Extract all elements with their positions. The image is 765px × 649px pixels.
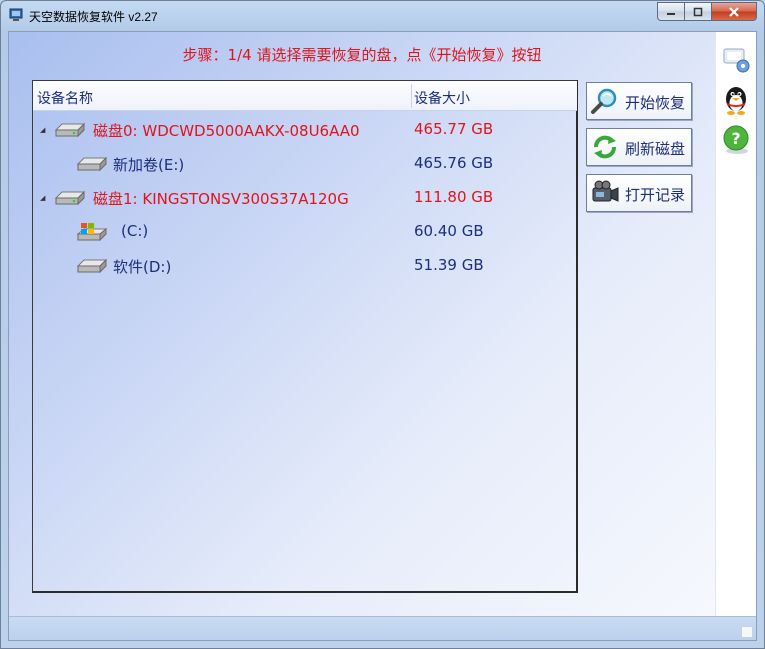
tree-row-volume-e[interactable]: 新加卷(E:) 465.76 GB [33,148,577,178]
drive-icon [76,258,107,274]
right-sidebar: ? [715,32,756,616]
disk-size: 111.80 GB [414,188,494,206]
hard-disk-icon [54,122,85,138]
help-icon[interactable]: ? [720,124,752,156]
minimize-button[interactable] [657,2,684,21]
open-log-label: 打开记录 [625,186,686,204]
column-device-size[interactable]: 设备大小 [414,88,470,108]
maximize-icon [693,7,703,16]
tree-row-volume-d[interactable]: 软件(D:) 51.39 GB [33,250,577,280]
disk-label: 磁盘1: KINGSTONSV300S37A120G [93,190,349,208]
start-recovery-button[interactable]: 开始恢复 [586,82,692,120]
title-bar[interactable]: 天空数据恢复软件 v2.27 [1,1,764,31]
client-area: 步骤：1/4 请选择需要恢复的盘，点《开始恢复》按钮 设备名称 设备大小 ◢ 磁… [8,31,757,641]
column-separator[interactable] [411,84,412,108]
magnifier-icon [591,88,617,114]
volume-size: 60.40 GB [414,222,484,240]
tree-header: 设备名称 设备大小 [33,81,577,111]
volume-size: 51.39 GB [414,256,484,274]
minimize-icon [667,12,675,15]
collapse-arrow-icon[interactable]: ◢ [40,194,45,202]
volume-label: (C:) [121,222,149,240]
device-tree[interactable]: 设备名称 设备大小 ◢ 磁盘0: WDCWD5000AAKX-08U6AA0 4… [32,80,578,593]
disk-label: 磁盘0: WDCWD5000AAKX-08U6AA0 [93,122,360,140]
step-instruction: 步骤：1/4 请选择需要恢复的盘，点《开始恢复》按钮 [182,46,542,64]
hard-disk-icon [54,190,85,206]
window-title: 天空数据恢复软件 v2.27 [29,10,158,24]
volume-label: 软件(D:) [113,258,172,276]
volume-size: 465.76 GB [414,154,494,172]
windows-drive-icon [76,223,107,242]
open-log-button[interactable]: 打开记录 [586,174,692,212]
status-bar [9,616,756,640]
svg-text:?: ? [731,129,740,148]
start-recovery-label: 开始恢复 [625,94,686,112]
refresh-icon [594,135,616,159]
resize-grip[interactable] [741,626,753,638]
close-icon [729,6,739,17]
app-window: 天空数据恢复软件 v2.27 步骤：1/4 请选择需要恢复的盘，点《开始恢复》按… [0,0,765,649]
collapse-arrow-icon[interactable]: ◢ [40,126,45,134]
volume-label: 新加卷(E:) [113,156,185,174]
main-panel: 步骤：1/4 请选择需要恢复的盘，点《开始恢复》按钮 设备名称 设备大小 ◢ 磁… [9,32,715,616]
refresh-disk-label: 刷新磁盘 [625,140,686,158]
drive-icon [76,156,107,172]
close-button[interactable] [711,2,757,21]
app-icon [9,8,23,21]
refresh-disk-button[interactable]: 刷新磁盘 [586,128,692,166]
tree-row-disk0[interactable]: ◢ 磁盘0: WDCWD5000AAKX-08U6AA0 465.77 GB [33,114,577,144]
qq-penguin-icon[interactable] [720,84,752,116]
tree-row-volume-c[interactable]: (C:) 60.40 GB [33,216,577,246]
disk-size: 465.77 GB [414,120,494,138]
column-device-name[interactable]: 设备名称 [37,88,93,108]
camcorder-icon [592,180,619,202]
settings-icon[interactable] [720,44,752,76]
tree-row-disk1[interactable]: ◢ 磁盘1: KINGSTONSV300S37A120G 111.80 GB [33,182,577,212]
maximize-button[interactable] [684,2,711,21]
